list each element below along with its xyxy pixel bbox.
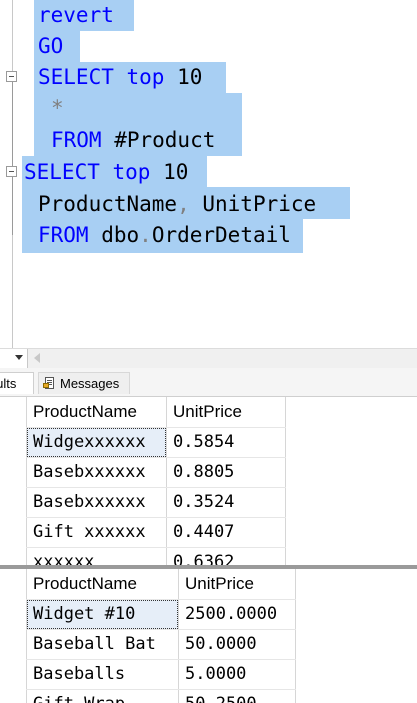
- tab-results[interactable]: Results: [0, 372, 34, 394]
- grid-cell[interactable]: 50.0000: [178, 629, 257, 659]
- code-line[interactable]: SELECT top 10: [24, 158, 188, 186]
- selection-highlight: [34, 93, 242, 124]
- sql-editor[interactable]: revert GO SELECT top 10 * FROM #Product …: [0, 0, 417, 348]
- grid-cell[interactable]: Gift xxxxxx: [26, 517, 146, 547]
- scroll-left-arrow-icon[interactable]: [34, 353, 40, 363]
- code-line[interactable]: SELECT top 10: [38, 63, 202, 91]
- code-token: FROM: [51, 128, 102, 152]
- code-token: #Product: [101, 128, 216, 152]
- zoom-dropdown[interactable]: [0, 349, 28, 368]
- grid-cell[interactable]: Gift Wrap: [26, 689, 125, 703]
- results-grid-1[interactable]: ProductName UnitPrice Widgexxxxxx 0.5854…: [0, 397, 417, 565]
- code-token: .: [139, 223, 152, 247]
- code-token: ProductName: [38, 192, 178, 216]
- code-line[interactable]: FROM #Product: [51, 126, 215, 154]
- column-header-unitprice[interactable]: UnitPrice: [166, 397, 242, 427]
- grid-line: [295, 569, 296, 703]
- code-line[interactable]: GO: [38, 32, 63, 60]
- code-token: top: [126, 65, 165, 89]
- grid-cell[interactable]: 0.8805: [166, 457, 234, 487]
- grid-cell[interactable]: 0.4407: [166, 517, 234, 547]
- code-token: ,: [177, 192, 190, 216]
- grid-cell[interactable]: Widgexxxxxx: [26, 427, 146, 457]
- code-line[interactable]: FROM dbo.OrderDetail: [38, 221, 291, 249]
- fold-guide-line: [12, 177, 13, 235]
- grid-cell[interactable]: Basebxxxxxx: [26, 487, 146, 517]
- code-token: OrderDetail: [151, 223, 291, 247]
- results-grid-2[interactable]: ProductName UnitPrice Widget #10 2500.00…: [0, 569, 417, 703]
- editor-horizontal-scrollbar[interactable]: [0, 348, 417, 368]
- code-line[interactable]: *: [51, 94, 64, 122]
- grid-cell[interactable]: 50.2500: [178, 689, 257, 703]
- results-tab-bar: Results Messages: [0, 368, 417, 397]
- collapse-minus-icon[interactable]: [6, 71, 17, 82]
- fold-guide-line: [12, 82, 13, 166]
- column-header-productname[interactable]: ProductName: [26, 397, 137, 427]
- grid-cell[interactable]: 5.0000: [178, 659, 246, 689]
- code-token: revert: [38, 3, 114, 27]
- code-token: UnitPrice: [189, 192, 317, 216]
- grid-cell[interactable]: 0.6362: [166, 547, 234, 565]
- grid-cell[interactable]: Baseballs: [26, 659, 125, 689]
- chevron-down-icon: [15, 355, 23, 360]
- messages-icon: [43, 377, 55, 390]
- tab-messages-label: Messages: [60, 376, 120, 391]
- grid-cell[interactable]: xxxxxx: [26, 547, 94, 565]
- code-token: *: [51, 96, 64, 120]
- grid-cell[interactable]: Widget #10: [26, 599, 135, 629]
- grid-cell[interactable]: Basebxxxxxx: [26, 457, 146, 487]
- collapse-minus-icon[interactable]: [6, 166, 17, 177]
- grid-cell[interactable]: 0.5854: [166, 427, 234, 457]
- grid-cell[interactable]: Baseball Bat: [26, 629, 156, 659]
- grid-cell[interactable]: 2500.0000: [178, 599, 277, 629]
- code-token: GO: [38, 34, 64, 58]
- column-header-productname[interactable]: ProductName: [26, 569, 137, 599]
- grid-line: [285, 397, 286, 565]
- code-token: FROM: [38, 223, 89, 247]
- code-token: 10: [150, 160, 189, 184]
- tab-messages[interactable]: Messages: [38, 372, 130, 394]
- code-token: SELECT: [38, 65, 114, 89]
- tab-results-label: Results: [0, 376, 17, 391]
- code-line[interactable]: ProductName, UnitPrice: [38, 190, 316, 218]
- code-token: 10: [164, 65, 203, 89]
- code-line[interactable]: revert: [38, 1, 114, 29]
- code-token: top: [112, 160, 151, 184]
- column-header-unitprice[interactable]: UnitPrice: [178, 569, 254, 599]
- code-token: SELECT: [24, 160, 100, 184]
- grid-cell[interactable]: 0.3524: [166, 487, 234, 517]
- code-token: dbo: [88, 223, 140, 247]
